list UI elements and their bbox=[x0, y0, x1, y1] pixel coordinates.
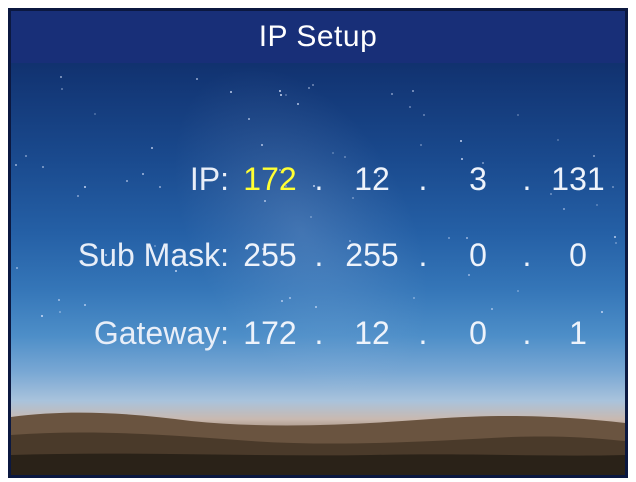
gateway-octet-1[interactable]: 172 bbox=[235, 315, 305, 352]
ip-octet-3[interactable]: 3 bbox=[443, 161, 513, 198]
star-dot bbox=[61, 88, 63, 90]
sub-mask-octet-4[interactable]: 0 bbox=[543, 237, 613, 274]
star-dot bbox=[409, 106, 411, 108]
star-dot bbox=[391, 93, 393, 95]
star-dot bbox=[60, 76, 62, 78]
star-dot bbox=[59, 311, 61, 313]
page-title: IP Setup bbox=[258, 20, 378, 53]
star-dot bbox=[332, 152, 334, 154]
ip-octet-4[interactable]: 131 bbox=[543, 161, 613, 198]
ip-octet-2[interactable]: 12 bbox=[337, 161, 407, 198]
star-dot bbox=[261, 144, 263, 146]
ip-separator-3: . bbox=[522, 161, 532, 197]
gateway-octet-2[interactable]: 12 bbox=[337, 315, 407, 352]
star-dot bbox=[196, 78, 198, 80]
star-dot bbox=[248, 118, 250, 120]
sub-mask-octet-1[interactable]: 255 bbox=[235, 237, 305, 274]
star-dot bbox=[159, 186, 161, 188]
star-dot bbox=[517, 290, 519, 292]
sub-mask-separator-1: . bbox=[314, 237, 324, 273]
star-dot bbox=[601, 311, 603, 313]
gateway-octet-4[interactable]: 1 bbox=[543, 315, 613, 352]
sub-mask-octet-2[interactable]: 255 bbox=[337, 237, 407, 274]
star-dot bbox=[517, 114, 519, 116]
star-dot bbox=[460, 140, 462, 142]
ip-setup-screen: IP Setup IP: 172 . 12 . 3 . 131 Sub Mask… bbox=[11, 11, 625, 475]
ip-octet-1[interactable]: 172 bbox=[235, 161, 305, 198]
star-dot bbox=[491, 308, 493, 310]
star-dot bbox=[310, 216, 312, 218]
gateway-separator-3: . bbox=[522, 315, 532, 351]
star-dot bbox=[468, 274, 470, 276]
title-bar: IP Setup bbox=[11, 11, 625, 63]
star-dot bbox=[279, 90, 281, 92]
star-dot bbox=[84, 186, 86, 188]
star-dot bbox=[563, 208, 565, 210]
background-horizon bbox=[11, 412, 625, 475]
star-dot bbox=[420, 144, 422, 146]
star-dot bbox=[344, 156, 346, 158]
background-milky-way bbox=[119, 20, 483, 442]
gateway-label: Gateway: bbox=[93, 315, 229, 351]
star-dot bbox=[41, 315, 43, 317]
star-dot bbox=[94, 113, 96, 115]
ip-label: IP: bbox=[189, 161, 229, 197]
star-dot bbox=[126, 180, 128, 182]
star-dot bbox=[423, 114, 425, 116]
star-dot bbox=[413, 297, 415, 299]
star-dot bbox=[142, 173, 144, 175]
star-dot bbox=[77, 195, 79, 197]
star-dot bbox=[312, 84, 314, 86]
star-dot bbox=[230, 91, 232, 93]
ip-separator-2: . bbox=[418, 161, 428, 197]
star-dot bbox=[25, 155, 27, 157]
star-dot bbox=[557, 139, 559, 141]
star-dot bbox=[412, 90, 414, 92]
star-dot bbox=[593, 155, 595, 157]
sub-mask-label: Sub Mask: bbox=[77, 237, 229, 273]
gateway-separator-2: . bbox=[418, 315, 428, 351]
star-dot bbox=[84, 304, 86, 306]
star-dot bbox=[289, 297, 291, 299]
star-dot bbox=[596, 204, 598, 206]
ip-separator-1: . bbox=[314, 161, 324, 197]
star-dot bbox=[285, 94, 287, 96]
gateway-octet-3[interactable]: 0 bbox=[443, 315, 513, 352]
star-dot bbox=[615, 242, 617, 244]
star-dot bbox=[16, 267, 18, 269]
star-dot bbox=[281, 300, 283, 302]
sub-mask-separator-3: . bbox=[522, 237, 532, 273]
star-dot bbox=[151, 147, 153, 149]
gateway-separator-1: . bbox=[314, 315, 324, 351]
device-screen-frame: IP Setup IP: 172 . 12 . 3 . 131 Sub Mask… bbox=[8, 8, 628, 478]
star-dot bbox=[15, 164, 17, 166]
star-dot bbox=[264, 200, 266, 202]
sub-mask-octet-3[interactable]: 0 bbox=[443, 237, 513, 274]
star-dot bbox=[42, 166, 44, 168]
star-dot bbox=[280, 94, 282, 96]
star-dot bbox=[315, 306, 317, 308]
star-dot bbox=[297, 103, 299, 105]
star-dot bbox=[614, 236, 616, 238]
star-dot bbox=[58, 299, 60, 301]
star-dot bbox=[461, 158, 463, 160]
sub-mask-separator-2: . bbox=[418, 237, 428, 273]
star-dot bbox=[308, 87, 310, 89]
